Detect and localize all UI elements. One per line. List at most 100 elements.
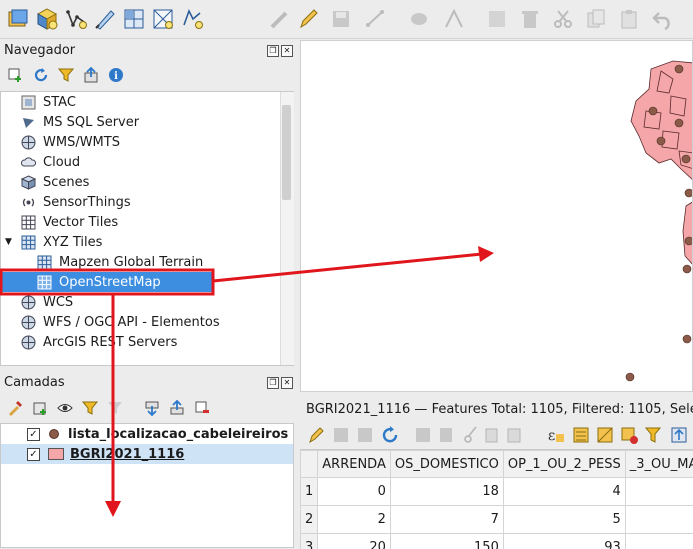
cut-features-icon[interactable]: [549, 5, 577, 33]
column-header[interactable]: OS_DOMESTICO: [390, 451, 503, 478]
modify-attributes-icon[interactable]: [483, 5, 511, 33]
table-cell[interactable]: 7: [390, 506, 503, 534]
edit-pencil-icon[interactable]: [294, 5, 322, 33]
float-panel-icon[interactable]: ❐: [267, 377, 279, 389]
open-data-source-manager-icon[interactable]: [4, 5, 32, 33]
browser-item-mssql[interactable]: MS SQL Server: [21, 112, 139, 132]
remove-layer-icon[interactable]: [191, 397, 213, 419]
cut-icon[interactable]: [465, 427, 476, 442]
collapse-all-icon[interactable]: [80, 64, 102, 86]
layer-checkbox[interactable]: ✓: [27, 428, 40, 441]
new-virtual-layer-icon[interactable]: [120, 5, 148, 33]
browser-item-wms[interactable]: WMS/WMTS: [21, 132, 120, 152]
filter-expression-icon[interactable]: [104, 397, 126, 419]
browser-item-stac[interactable]: STAC: [21, 92, 76, 112]
digitizing-node-icon[interactable]: [362, 5, 390, 33]
browser-item-arcgis[interactable]: ArcGIS REST Servers: [21, 332, 177, 352]
info-icon[interactable]: i: [105, 64, 127, 86]
table-cell[interactable]: 0: [318, 478, 391, 506]
toggle-editing-icon[interactable]: [310, 428, 323, 442]
browser-item-sensorthings[interactable]: SensorThings: [21, 192, 131, 212]
style-manager-icon[interactable]: [4, 397, 26, 419]
browser-item-wcs[interactable]: WCS: [21, 292, 73, 312]
table-cell[interactable]: 5: [503, 506, 625, 534]
add-polygon-icon[interactable]: [405, 5, 433, 33]
new-geopackage-layer-icon[interactable]: [33, 5, 61, 33]
browser-item-mapzen[interactable]: Mapzen Global Terrain: [37, 252, 203, 272]
move-selection-top-icon[interactable]: [672, 428, 686, 442]
toggle-editing-icon[interactable]: [265, 5, 293, 33]
browser-item-vector-tiles[interactable]: Vector Tiles: [21, 212, 118, 232]
copy-features-icon[interactable]: [582, 5, 610, 33]
visibility-eye-icon[interactable]: [54, 397, 76, 419]
close-panel-icon[interactable]: ✕: [281, 45, 293, 57]
attribute-table[interactable]: ARRENDA OS_DOMESTICO OP_1_OU_2_PESS _3_O…: [300, 449, 693, 549]
browser-tree[interactable]: STAC MS SQL Server WMS/WMTS Cloud Scenes…: [0, 91, 294, 366]
new-shapefile-layer-icon[interactable]: [62, 5, 90, 33]
select-all-icon[interactable]: [574, 428, 588, 442]
table-cell[interactable]: 93: [503, 534, 625, 549]
row-number[interactable]: 3: [301, 534, 318, 549]
add-selected-layers-icon[interactable]: [4, 64, 26, 86]
browser-item-openstreetmap[interactable]: OpenStreetMap: [1, 272, 214, 292]
copy-icon[interactable]: [486, 429, 497, 442]
new-mesh-layer-icon[interactable]: [149, 5, 177, 33]
table-cell[interactable]: 57: [625, 534, 693, 549]
reload-table-icon[interactable]: [384, 426, 396, 441]
collapse-all-layers-icon[interactable]: [166, 397, 188, 419]
browser-item-wfs[interactable]: WFS / OGC API - Elementos: [21, 312, 220, 332]
filter-icon[interactable]: [55, 64, 77, 86]
browser-item-label: SensorThings: [43, 195, 131, 210]
vertex-tool-icon[interactable]: [440, 5, 468, 33]
paste-features-icon[interactable]: [615, 5, 643, 33]
stac-icon: [21, 95, 36, 110]
table-row[interactable]: 1 0 18 4 14: [301, 478, 693, 506]
table-cell[interactable]: 4: [503, 478, 625, 506]
layer-row-cabeleireiros[interactable]: ✓ lista_localizacao_cabeleireiros: [1, 424, 293, 444]
table-cell[interactable]: 2: [625, 506, 693, 534]
column-header[interactable]: OP_1_OU_2_PESS: [503, 451, 625, 478]
delete-feature-icon[interactable]: [440, 428, 452, 442]
svg-text:i: i: [114, 71, 118, 82]
table-row[interactable]: 2 2 7 5 2: [301, 506, 693, 534]
table-cell[interactable]: 18: [390, 478, 503, 506]
multi-edit-icon[interactable]: [334, 428, 348, 442]
column-header[interactable]: _3_OU_MAIS_PE: [625, 451, 693, 478]
undo-icon[interactable]: [649, 5, 677, 33]
row-number[interactable]: 2: [301, 506, 318, 534]
layer-checkbox[interactable]: ✓: [27, 448, 40, 461]
table-cell[interactable]: 20: [318, 534, 391, 549]
new-temporary-scratch-layer-icon[interactable]: [91, 5, 119, 33]
browser-item-scenes[interactable]: Scenes: [21, 172, 89, 192]
table-cell[interactable]: 2: [318, 506, 391, 534]
refresh-icon[interactable]: [30, 64, 52, 86]
filter-legend-icon[interactable]: [79, 397, 101, 419]
close-panel-icon[interactable]: ✕: [281, 377, 293, 389]
select-by-expression-icon[interactable]: ε: [548, 428, 564, 444]
table-cell[interactable]: 14: [625, 478, 693, 506]
delete-selected-icon[interactable]: [516, 5, 544, 33]
browser-item-xyz-tiles[interactable]: ▼ XYZ Tiles: [5, 232, 102, 252]
add-feature-icon[interactable]: [416, 428, 430, 442]
expand-arrow-icon[interactable]: ▼: [5, 237, 14, 247]
browser-item-cloud[interactable]: Cloud: [21, 152, 80, 172]
column-header[interactable]: ARRENDA: [318, 451, 391, 478]
deselect-all-icon[interactable]: [622, 428, 638, 444]
browser-scrollbar-thumb[interactable]: [282, 105, 291, 200]
digitize-pencil-icon[interactable]: [178, 5, 206, 33]
invert-selection-icon[interactable]: [598, 428, 612, 442]
map-canvas[interactable]: [300, 40, 693, 392]
filter-selected-icon[interactable]: [646, 428, 660, 442]
float-panel-icon[interactable]: ❐: [267, 45, 279, 57]
attribute-table-toolbar: ε: [300, 422, 693, 448]
layers-tree[interactable]: ✓ lista_localizacao_cabeleireiros ✓ BGRI…: [0, 423, 294, 548]
row-number[interactable]: 1: [301, 478, 318, 506]
table-row[interactable]: 3 20 150 93 57: [301, 534, 693, 549]
expand-all-icon[interactable]: [141, 397, 163, 419]
paste-icon[interactable]: [508, 429, 520, 442]
table-cell[interactable]: 150: [390, 534, 503, 549]
layer-row-bgri[interactable]: ✓ BGRI2021_1116: [1, 444, 293, 464]
save-edits-icon[interactable]: [358, 428, 372, 442]
add-group-icon[interactable]: [29, 397, 51, 419]
save-edits-icon[interactable]: [327, 5, 355, 33]
